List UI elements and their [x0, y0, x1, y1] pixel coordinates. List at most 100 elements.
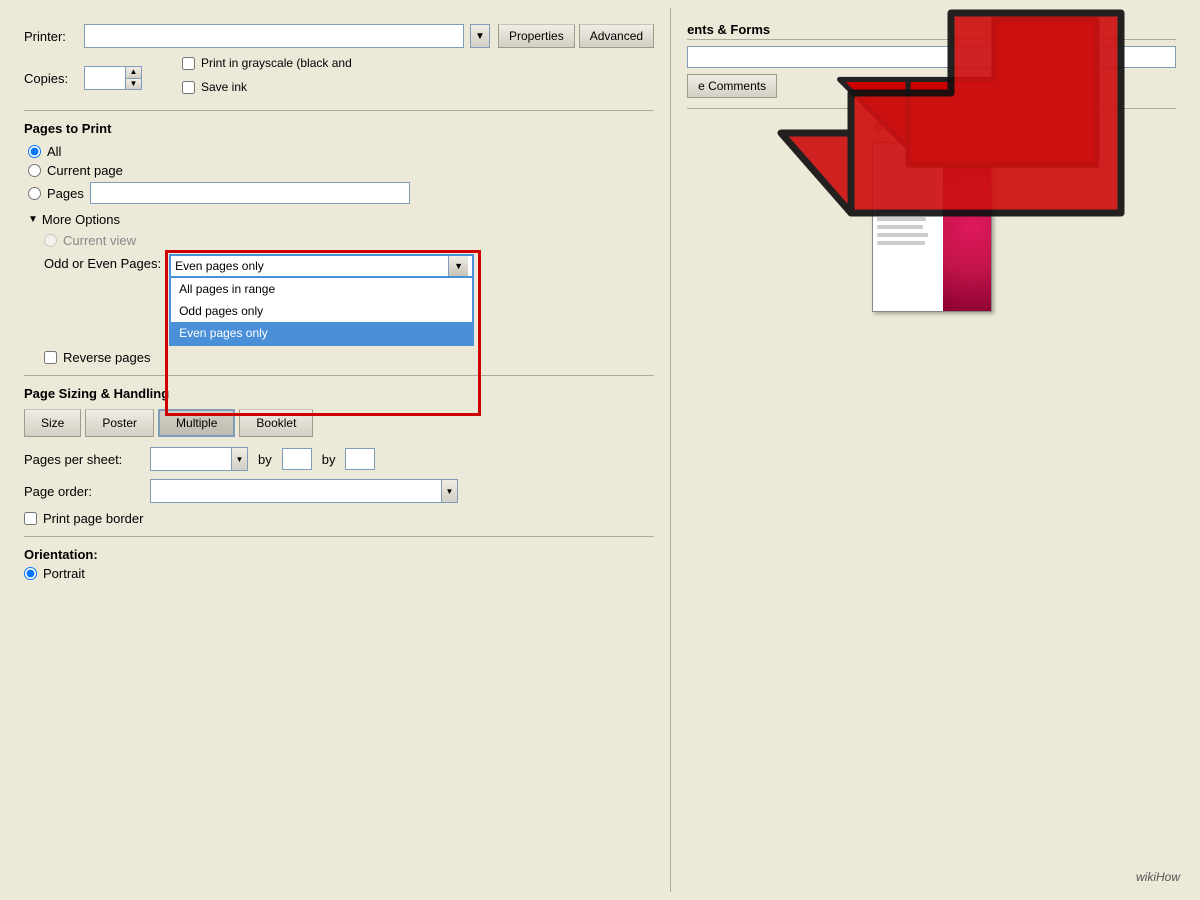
- current-view-row: Current view: [24, 233, 654, 248]
- document-markups-row: ocument and Markups: [687, 46, 1176, 68]
- odd-even-row: Odd or Even Pages: Even pages only ▼ All…: [24, 254, 654, 278]
- multiple-button[interactable]: Multiple: [158, 409, 235, 437]
- comments-forms-section: ents & Forms ocument and Markups e Comme…: [687, 20, 1176, 98]
- sizing-buttons: Size Poster Multiple Booklet: [24, 409, 654, 437]
- printer-select-wrap: Send To OneNote 2013 ▼: [84, 24, 490, 48]
- po-dropdown-btn[interactable]: ▼: [441, 480, 457, 502]
- grayscale-label: Print in grayscale (black and: [201, 56, 352, 70]
- preview-line-6: [877, 193, 926, 197]
- pps-dropdown-btn[interactable]: ▼: [231, 448, 247, 470]
- pps-select[interactable]: Custom...: [151, 448, 231, 470]
- page-order-row: Page order: Horizontal ▼: [24, 479, 654, 503]
- odd-even-label: Odd or Even Pages:: [44, 254, 161, 271]
- copies-spinner: ▲ ▼: [125, 67, 141, 89]
- current-page-row: Current page: [28, 163, 654, 178]
- copies-input[interactable]: 1: [85, 67, 125, 89]
- preview-line-10: [877, 225, 924, 229]
- poster-button[interactable]: Poster: [85, 409, 154, 437]
- copies-up-btn[interactable]: ▲: [125, 67, 141, 79]
- dropdown-item-all[interactable]: All pages in range: [171, 278, 472, 300]
- more-options-label: More Options: [42, 212, 120, 227]
- dropdown-item-even[interactable]: Even pages only: [171, 322, 472, 344]
- preview-line-1: [877, 153, 931, 157]
- reverse-pages-row: Reverse pages: [24, 350, 654, 365]
- po-select-wrap: Horizontal ▼: [150, 479, 458, 503]
- print-page-border-row: Print page border: [24, 511, 654, 526]
- save-ink-label: Save ink: [201, 80, 247, 94]
- printer-buttons: Properties Advanced: [498, 24, 654, 48]
- page-preview-lines: [877, 153, 937, 249]
- wikihow-badge: wikiHow: [1136, 870, 1180, 884]
- more-options-toggle[interactable]: ▼ More Options: [28, 212, 654, 227]
- pages-per-sheet-row: Pages per sheet: Custom... ▼ by 2 by 2: [24, 447, 654, 471]
- save-ink-row: Save ink: [182, 80, 352, 94]
- page-order-label: Page order:: [24, 484, 144, 499]
- page-preview: [872, 142, 992, 312]
- grayscale-row: Print in grayscale (black and: [182, 56, 352, 70]
- pages-per-sheet-label: Pages per sheet:: [24, 452, 144, 467]
- portrait-label: Portrait: [43, 566, 85, 581]
- by-label2: by: [322, 452, 336, 467]
- copies-row: Copies: 1 ▲ ▼ Print in grayscale (black …: [24, 56, 654, 100]
- dropdown-arrow-icon: ▼: [448, 256, 468, 276]
- odd-even-dropdown-selected[interactable]: Even pages only ▼: [169, 254, 474, 278]
- pps-value2[interactable]: 2: [345, 448, 375, 470]
- copies-down-btn[interactable]: ▼: [125, 79, 141, 90]
- save-ink-checkbox[interactable]: [182, 81, 195, 94]
- pages-to-print-header: Pages to Print: [24, 121, 654, 136]
- document-markups-input[interactable]: ocument and Markups: [687, 46, 1176, 68]
- by-label: by: [258, 452, 272, 467]
- page-preview-pink: [943, 143, 991, 311]
- more-options-triangle: ▼: [28, 214, 38, 225]
- dropdown-item-odd[interactable]: Odd pages only: [171, 300, 472, 322]
- printer-row: Printer: Send To OneNote 2013 ▼ Properti…: [24, 24, 654, 48]
- pages-range-radio[interactable]: [28, 187, 41, 200]
- preview-line-11: [877, 233, 929, 237]
- summarize-comments-btn[interactable]: e Comments: [687, 74, 777, 98]
- preview-line-3: [877, 169, 930, 173]
- current-page-radio[interactable]: [28, 164, 41, 177]
- all-pages-label: All: [47, 144, 61, 159]
- pages-range-label: Pages: [47, 186, 84, 201]
- preview-line-7: [877, 201, 930, 205]
- current-view-radio: [44, 234, 57, 247]
- pps-select-wrap: Custom... ▼: [150, 447, 248, 471]
- orientation-header: Orientation:: [24, 547, 98, 562]
- left-panel: Printer: Send To OneNote 2013 ▼ Properti…: [8, 8, 671, 892]
- advanced-button[interactable]: Advanced: [579, 24, 654, 48]
- page-sizing-header: Page Sizing & Handling: [24, 386, 654, 401]
- portrait-row: Portrait: [24, 566, 654, 581]
- reverse-pages-label: Reverse pages: [63, 350, 150, 365]
- odd-even-dropdown-wrap: Even pages only ▼ All pages in range Odd…: [169, 254, 474, 278]
- all-pages-radio[interactable]: [28, 145, 41, 158]
- page-preview-wrap: [687, 142, 1176, 312]
- size-button[interactable]: Size: [24, 409, 81, 437]
- printer-dropdown-btn[interactable]: ▼: [470, 24, 490, 48]
- po-select[interactable]: Horizontal: [151, 480, 441, 502]
- preview-line-12: [877, 241, 925, 245]
- page-size-label: 8.27 x 11.69 Inches: [687, 119, 1176, 134]
- booklet-button[interactable]: Booklet: [239, 409, 313, 437]
- printer-input[interactable]: Send To OneNote 2013: [84, 24, 464, 48]
- preview-line-8: [877, 209, 922, 213]
- preview-line-5: [877, 185, 929, 189]
- print-dialog: Printer: Send To OneNote 2013 ▼ Properti…: [0, 0, 1200, 900]
- dropdown-selected-text: Even pages only: [175, 259, 448, 273]
- preview-line-2: [877, 161, 928, 165]
- copies-label: Copies:: [24, 71, 84, 86]
- pages-range-input[interactable]: 1 - 4: [90, 182, 410, 204]
- orientation-section: Orientation: Portrait: [24, 547, 654, 581]
- pages-range-row: Pages 1 - 4: [28, 182, 654, 204]
- portrait-radio[interactable]: [24, 567, 37, 580]
- current-page-label: Current page: [47, 163, 123, 178]
- pages-radio-group: All Current page Pages 1 - 4: [24, 144, 654, 204]
- preview-line-4: [877, 177, 925, 181]
- properties-button[interactable]: Properties: [498, 24, 575, 48]
- grayscale-checkbox[interactable]: [182, 57, 195, 70]
- comments-forms-header: ents & Forms: [687, 20, 1176, 40]
- reverse-pages-checkbox[interactable]: [44, 351, 57, 364]
- pps-value1[interactable]: 2: [282, 448, 312, 470]
- printer-label: Printer:: [24, 29, 84, 44]
- print-page-border-checkbox[interactable]: [24, 512, 37, 525]
- preview-line-9: [877, 217, 927, 221]
